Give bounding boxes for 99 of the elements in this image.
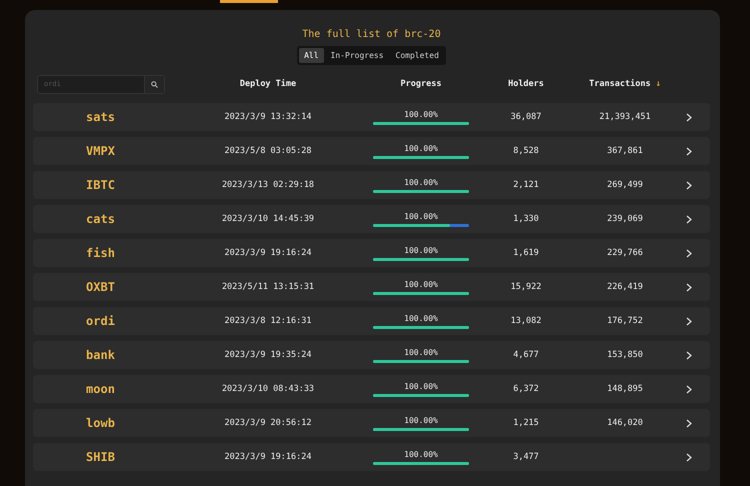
row-open-button[interactable]: [686, 112, 692, 122]
token-name: bank: [86, 348, 115, 362]
chevron-right-icon: [686, 214, 692, 224]
search-button[interactable]: [144, 76, 164, 92]
token-row[interactable]: bank 2023/3/9 19:35:24 100.00% 4,677 153,850: [33, 341, 710, 369]
progress-percent: 100.00%: [404, 416, 438, 424]
token-name: cats: [86, 212, 115, 226]
token-row[interactable]: cats 2023/3/10 14:45:39 100.00% 1,330 239,069: [33, 205, 710, 233]
holders-count: 1,215: [513, 418, 539, 428]
column-header[interactable]: Deploy Time: [240, 79, 296, 89]
token-row[interactable]: OXBT 2023/5/11 13:15:31 100.00% 15,922 226,419: [33, 273, 710, 301]
row-open-button[interactable]: [686, 282, 692, 292]
search-icon: [151, 80, 158, 88]
chevron-right-icon: [686, 282, 692, 292]
deploy-time: 2023/3/9 19:16:24: [224, 248, 312, 258]
tab-indicator: [220, 0, 278, 3]
transactions-count: 146,020: [607, 418, 643, 428]
transactions-count: 176,752: [607, 316, 643, 326]
token-name: OXBT: [86, 280, 115, 294]
chevron-right-icon: [686, 146, 692, 156]
token-name: ordi: [86, 314, 115, 328]
transactions-count: 226,419: [607, 282, 643, 292]
token-row[interactable]: IBTC 2023/3/13 02:29:18 100.00% 2,121 269,499: [33, 171, 710, 199]
chevron-right-icon: [686, 384, 692, 394]
row-open-button[interactable]: [686, 452, 692, 462]
token-row[interactable]: lowb 2023/3/9 20:56:12 100.00% 1,215 146,020: [33, 409, 710, 437]
holders-count: 4,677: [513, 350, 539, 360]
row-open-button[interactable]: [686, 418, 692, 428]
token-name: VMPX: [86, 144, 115, 158]
deploy-time: 2023/3/10 08:43:33: [222, 384, 314, 394]
transactions-count: 239,069: [607, 214, 643, 224]
row-open-button[interactable]: [686, 248, 692, 258]
token-row[interactable]: moon 2023/3/10 08:43:33 100.00% 6,372 148,895: [33, 375, 710, 403]
progress-percent: 100.00%: [404, 450, 438, 458]
chevron-right-icon: [686, 112, 692, 122]
filter-tab[interactable]: All: [299, 48, 324, 63]
holders-count: 1,330: [513, 214, 539, 224]
token-name: fish: [86, 246, 115, 260]
chevron-right-icon: [686, 350, 692, 360]
chevron-right-icon: [686, 452, 692, 462]
column-header[interactable]: Transactions ↓: [589, 79, 661, 89]
filter-tab[interactable]: In-Progress: [326, 48, 389, 63]
row-open-button[interactable]: [686, 316, 692, 326]
holders-count: 2,121: [513, 180, 539, 190]
deploy-time: 2023/3/9 20:56:12: [224, 418, 312, 428]
progress-percent: 100.00%: [404, 212, 438, 220]
token-name: IBTC: [86, 178, 115, 192]
progress-percent: 100.00%: [404, 246, 438, 254]
progress-percent: 100.00%: [404, 280, 438, 288]
token-row[interactable]: sats 2023/3/9 13:32:14 100.00% 36,087 21,393,451: [33, 103, 710, 131]
token-name: lowb: [86, 416, 115, 430]
deploy-time: 2023/3/9 19:35:24: [224, 350, 312, 360]
deploy-time: 2023/3/13 02:29:18: [222, 180, 314, 190]
sort-indicator[interactable]: ↓: [650, 79, 661, 89]
token-name: sats: [86, 110, 115, 124]
deploy-time: 2023/3/8 12:16:31: [224, 316, 312, 326]
holders-count: 1,619: [513, 248, 539, 258]
progress-percent: 100.00%: [404, 110, 438, 118]
row-open-button[interactable]: [686, 214, 692, 224]
row-open-button[interactable]: [686, 146, 692, 156]
token-name: SHIB: [86, 450, 115, 464]
row-open-button[interactable]: [686, 350, 692, 360]
transactions-count: 269,499: [607, 180, 643, 190]
holders-count: 36,087: [510, 112, 542, 122]
row-open-button[interactable]: [686, 180, 692, 190]
holders-count: 8,528: [513, 146, 539, 156]
transactions-count: 21,393,451: [599, 112, 651, 122]
progress-percent: 100.00%: [404, 382, 438, 390]
chevron-right-icon: [686, 418, 692, 428]
transactions-count: 153,850: [607, 350, 643, 360]
token-row[interactable]: ordi 2023/3/8 12:16:31 100.00% 13,082 176,752: [33, 307, 710, 335]
token-name: moon: [86, 382, 115, 396]
transactions-count: 229,766: [607, 248, 643, 258]
token-row[interactable]: fish 2023/3/9 19:16:24 100.00% 1,619 229,766: [33, 239, 710, 267]
holders-count: 13,082: [510, 316, 542, 326]
column-header[interactable]: Progress: [400, 79, 442, 89]
token-row[interactable]: SHIB 2023/3/9 19:16:24 100.00% 3,477: [33, 443, 710, 471]
deploy-time: 2023/5/8 03:05:28: [224, 146, 312, 156]
transactions-count: 148,895: [607, 384, 643, 394]
filter-tab[interactable]: Completed: [390, 48, 444, 63]
progress-percent: 100.00%: [404, 144, 438, 152]
list-title: The full list of brc-20: [301, 28, 442, 42]
progress-percent: 100.00%: [404, 348, 438, 356]
holders-count: 6,372: [513, 384, 539, 394]
transactions-count: 367,861: [607, 146, 643, 156]
chevron-right-icon: [686, 316, 692, 326]
progress-percent: 100.00%: [404, 314, 438, 322]
deploy-time: 2023/5/11 13:15:31: [222, 282, 314, 292]
deploy-time: 2023/3/10 14:45:39: [222, 214, 314, 224]
deploy-time: 2023/3/9 13:32:14: [224, 112, 312, 122]
holders-count: 3,477: [513, 452, 539, 462]
chevron-right-icon: [686, 180, 692, 190]
token-row[interactable]: VMPX 2023/5/8 03:05:28 100.00% 8,528 367,861: [33, 137, 710, 165]
progress-percent: 100.00%: [404, 178, 438, 186]
row-open-button[interactable]: [686, 384, 692, 394]
column-header[interactable]: Holders: [508, 79, 544, 89]
holders-count: 15,922: [510, 282, 542, 292]
deploy-time: 2023/3/9 19:16:24: [224, 452, 312, 462]
chevron-right-icon: [686, 248, 692, 258]
